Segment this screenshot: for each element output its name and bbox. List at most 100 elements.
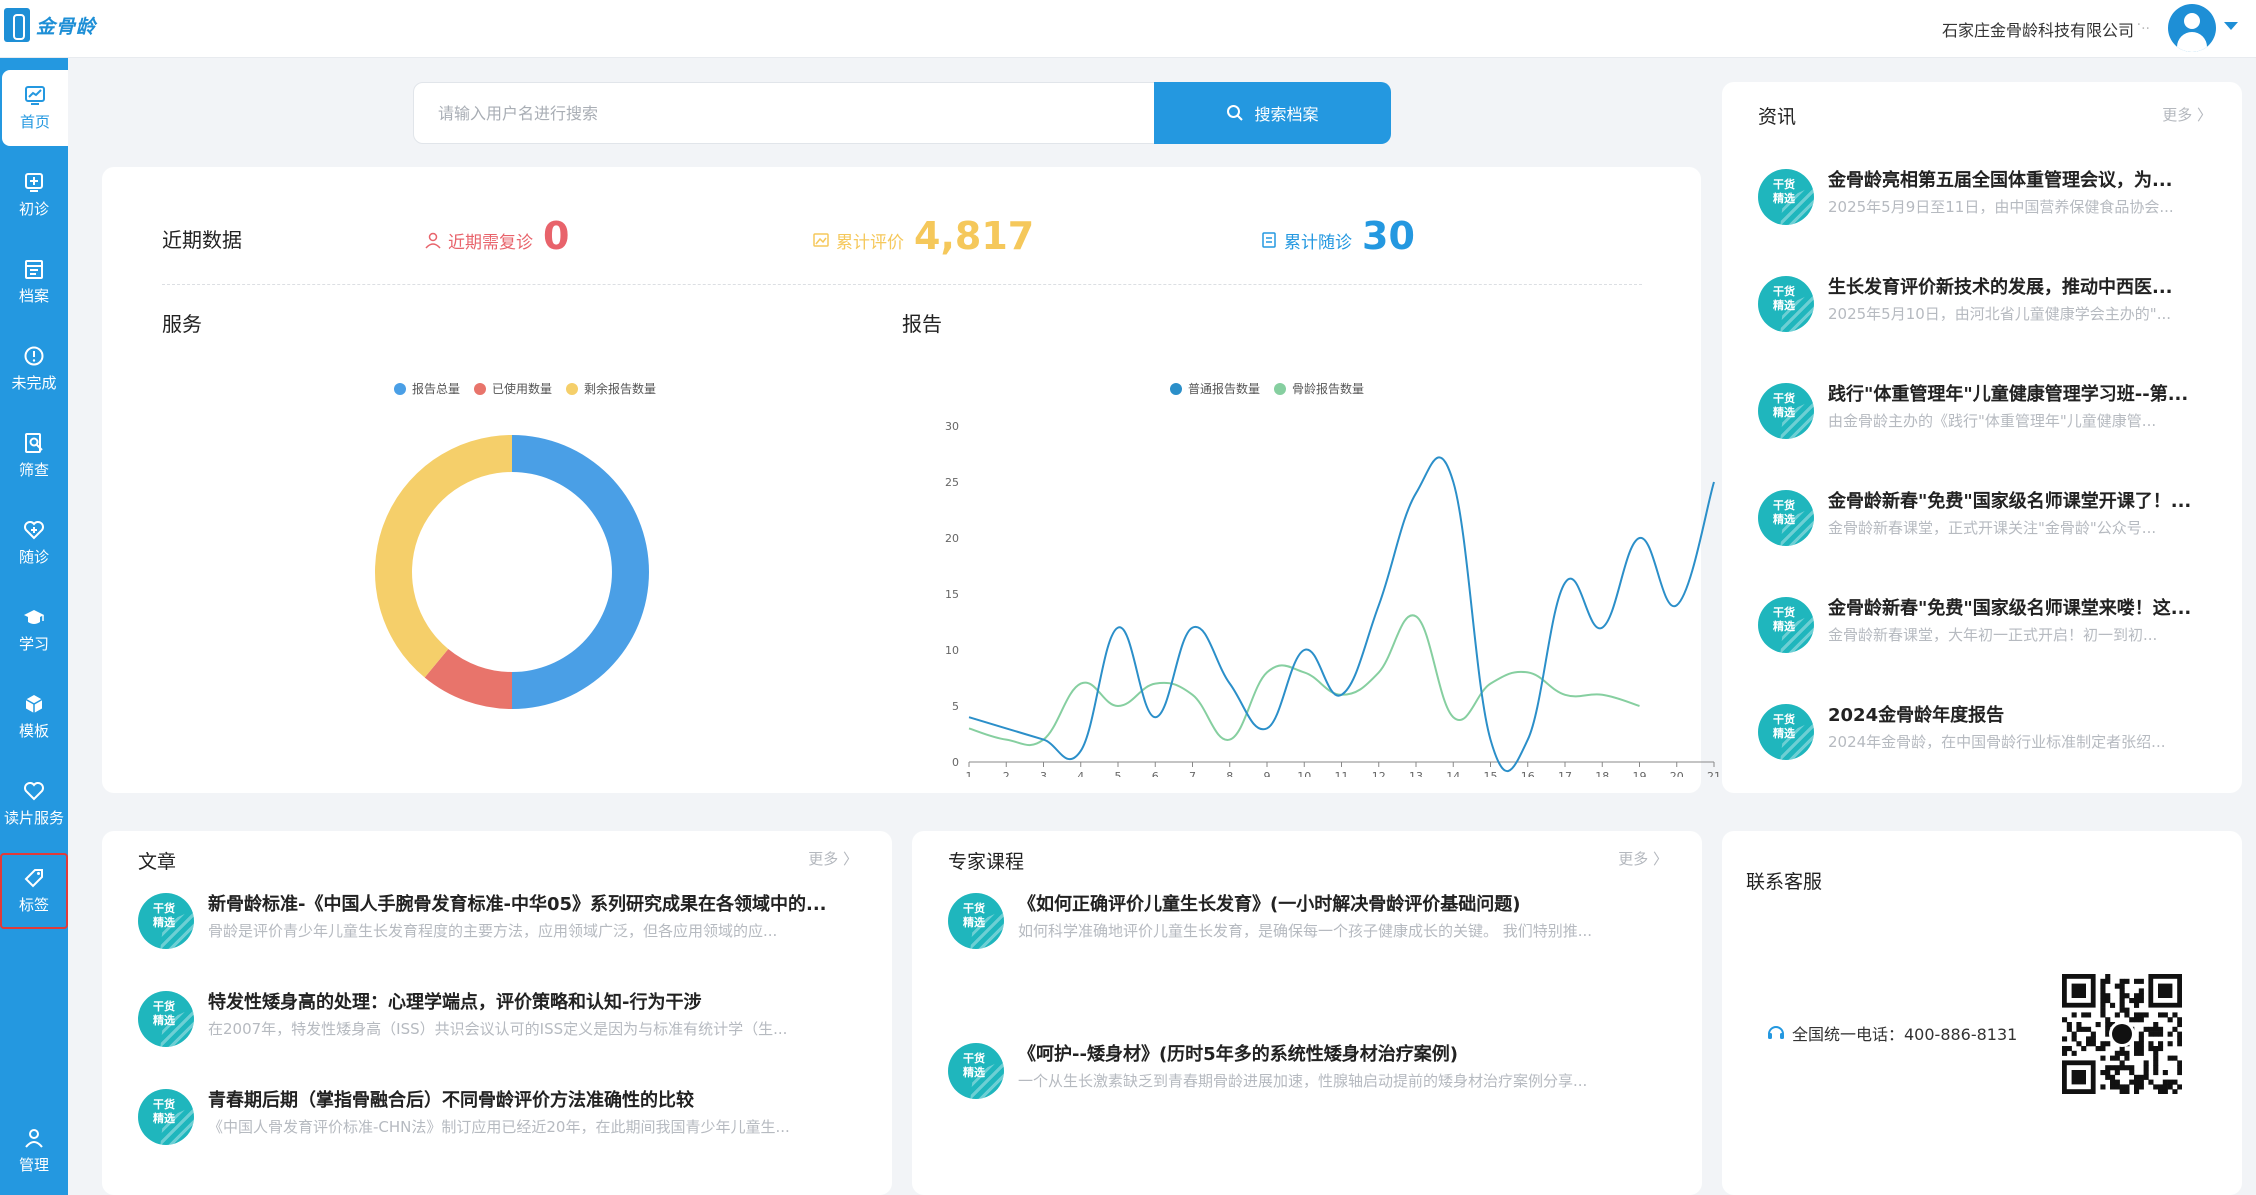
series-line[interactable] [968, 456, 1715, 773]
article-item-title: 新骨龄标准-《中国人手腕骨发育标准-中华05》系列研究成果在各领域中的... [208, 894, 827, 915]
stat-label: 累计随诊 [1284, 232, 1352, 253]
articles-title: 文章 [138, 851, 177, 873]
search-button-label: 搜索档案 [1254, 105, 1319, 124]
stat-value: 0 [543, 214, 570, 258]
report-line-chart: 0510152025301 2 3 4 5 6 7 8 9 10 11 12 13 14 15 16 17 18 1… [945, 422, 1721, 777]
sidebar-item-learning[interactable]: 学习 [0, 592, 68, 668]
x-tick-label: 6 [1152, 770, 1159, 777]
sidebar-item-label: 初诊 [18, 200, 49, 218]
courses-more-link[interactable]: 更多 〉 [1618, 848, 1668, 869]
sidebar: 首页 初诊 档案 未完成 筛查 随诊 学习 模板 读片服务 标签 管理 [0, 58, 68, 1195]
logo-icon [4, 8, 30, 42]
x-tick-label: 3 [1040, 770, 1047, 777]
courses-card: 专家课程 更多 〉 干货 精选 《如何正确评价儿童生长发育》(一小时解决骨龄评价基础… [912, 831, 1702, 1195]
donut-slice[interactable] [374, 435, 512, 678]
sidebar-item-label: 未完成 [11, 374, 57, 392]
series-line[interactable] [968, 614, 1640, 747]
sidebar-item-label: 标签 [18, 896, 49, 914]
sidebar-item-tags[interactable]: 标签 [0, 853, 68, 929]
contact-title: 联系客服 [1746, 871, 1823, 893]
stat-total-follow-ups[interactable]: 累计随诊 30 [1260, 214, 1415, 258]
legend-item[interactable]: 已使用数量 [474, 380, 552, 397]
legend-item[interactable]: 骨龄报告数量 [1274, 380, 1364, 397]
dashboard-icon [25, 86, 45, 105]
news-item-desc: 2024年金骨龄，在中国骨龄行业标准制定者张绍... [1828, 733, 2166, 751]
x-tick-label: 1 [966, 770, 973, 777]
sidebar-item-home[interactable]: 首页 [2, 70, 68, 146]
y-tick-label: 30 [945, 422, 959, 433]
featured-badge-icon: 干货 精选 [138, 893, 194, 949]
y-tick-label: 15 [945, 588, 959, 601]
course-item-title: 《如何正确评价儿童生长发育》(一小时解决骨龄评价基础问题) [1018, 894, 1521, 915]
news-item-title: 践行"体重管理年"儿童健康管理学习班--第... [1828, 384, 2189, 405]
stat-value: 30 [1362, 214, 1415, 258]
search-archive-button[interactable]: 搜索档案 [1154, 82, 1391, 144]
report-title: 报告 [902, 312, 942, 336]
donut-slice[interactable] [512, 435, 649, 709]
x-tick-label: 16 [1521, 770, 1535, 777]
service-legend: 报告总量 已使用数量 剩余报告数量 [394, 380, 670, 397]
alert-circle-icon [24, 346, 44, 366]
contact-card: 联系客服 全国统一电话：400-886-8131 [1722, 831, 2242, 1195]
news-item-desc: 由金骨龄主办的《践行"体重管理年"儿童健康管... [1828, 412, 2157, 430]
app-logo[interactable]: 金骨龄 [4, 8, 96, 42]
legend-item[interactable]: 普通报告数量 [1170, 380, 1260, 397]
document-icon [1262, 232, 1276, 248]
sidebar-item-reading-service[interactable]: 读片服务 [0, 766, 68, 842]
x-tick-label: 17 [1558, 770, 1572, 777]
article-item-title: 特发性矮身高的处理：心理学端点，评价策略和认知-行为干涉 [208, 992, 702, 1013]
cube-icon [25, 695, 43, 713]
stat-total-evaluations[interactable]: 累计评价 4,817 [812, 214, 1034, 258]
news-more-link[interactable]: 更多 〉 [2162, 104, 2212, 125]
sidebar-item-follow-up[interactable]: 随诊 [0, 505, 68, 581]
y-tick-label: 0 [952, 756, 959, 769]
report-legend: 普通报告数量 骨龄报告数量 [1170, 380, 1378, 397]
course-item-desc: 一个从生长激素缺乏到青春期骨龄进展加速，性腺轴启动提前的矮身材治疗案例分享... [1018, 1072, 1588, 1090]
contact-phone[interactable]: 全国统一电话：400-886-8131 [1766, 1021, 2017, 1045]
articles-more-link[interactable]: 更多 〉 [808, 848, 858, 869]
article-item-desc: 骨龄是评价青少年儿童生长发育程度的主要方法，应用领域广泛，但各应用领域的应... [208, 922, 778, 940]
x-tick-label: 15 [1484, 770, 1498, 777]
sidebar-item-incomplete[interactable]: 未完成 [0, 331, 68, 407]
chevron-down-icon[interactable] [2224, 22, 2238, 30]
sidebar-item-screening[interactable]: 筛查 [0, 418, 68, 494]
x-tick-label: 8 [1226, 770, 1233, 777]
user-icon [25, 1129, 43, 1148]
search-icon [1227, 105, 1244, 121]
user-avatar[interactable] [2168, 4, 2216, 52]
x-tick-label: 5 [1115, 770, 1122, 777]
sidebar-item-archive[interactable]: 档案 [0, 244, 68, 320]
search-box [413, 82, 1155, 144]
featured-badge-icon: 干货 精选 [138, 991, 194, 1047]
top-bar: 金骨龄 石家庄金骨龄科技有限公司 ·.. [0, 0, 2256, 58]
company-name: 石家庄金骨龄科技有限公司 [1941, 21, 2134, 40]
sidebar-item-admin[interactable]: 管理 [0, 1113, 68, 1189]
courses-title: 专家课程 [948, 851, 1025, 873]
search-input[interactable] [414, 83, 1154, 143]
news-title: 资讯 [1758, 106, 1797, 128]
featured-badge-icon: 干货 精选 [1758, 704, 1814, 760]
sidebar-item-templates[interactable]: 模板 [0, 679, 68, 755]
featured-badge-icon: 干货 精选 [1758, 276, 1814, 332]
news-item-desc: 2025年5月9日至11日，由中国营养保健食品协会... [1828, 198, 2174, 216]
sidebar-item-label: 档案 [18, 287, 49, 305]
recent-data-title: 近期数据 [162, 228, 242, 252]
stat-revisit[interactable]: 近期需复诊 0 [424, 214, 569, 258]
course-item-desc: 如何科学准确地评价儿童生长发育，是确保每一个孩子健康成长的关键。 我们特别推..… [1018, 922, 1593, 940]
search-doc-icon [25, 433, 43, 453]
graduation-cap-icon [24, 610, 44, 624]
news-item-title: 生长发育评价新技术的发展，推动中西医... [1828, 277, 2173, 298]
news-item-title: 金骨龄新春"免费"国家级名师课堂来喽！这... [1828, 598, 2192, 619]
x-tick-label: 12 [1372, 770, 1386, 777]
sidebar-item-label: 管理 [18, 1156, 49, 1174]
x-tick-label: 21 [1707, 770, 1721, 777]
y-tick-label: 20 [945, 532, 959, 545]
legend-item[interactable]: 报告总量 [394, 380, 460, 397]
heart-plus-icon [24, 521, 44, 540]
legend-item[interactable]: 剩余报告数量 [566, 380, 656, 397]
x-tick-label: 4 [1077, 770, 1084, 777]
sidebar-item-initial-visit[interactable]: 初诊 [0, 157, 68, 233]
tag-icon [24, 869, 43, 888]
stat-label: 近期需复诊 [448, 232, 533, 253]
article-item-desc: 在2007年，特发性矮身高（ISS）共识会议认可的ISS定义是因为与标准有统计学… [208, 1020, 788, 1038]
